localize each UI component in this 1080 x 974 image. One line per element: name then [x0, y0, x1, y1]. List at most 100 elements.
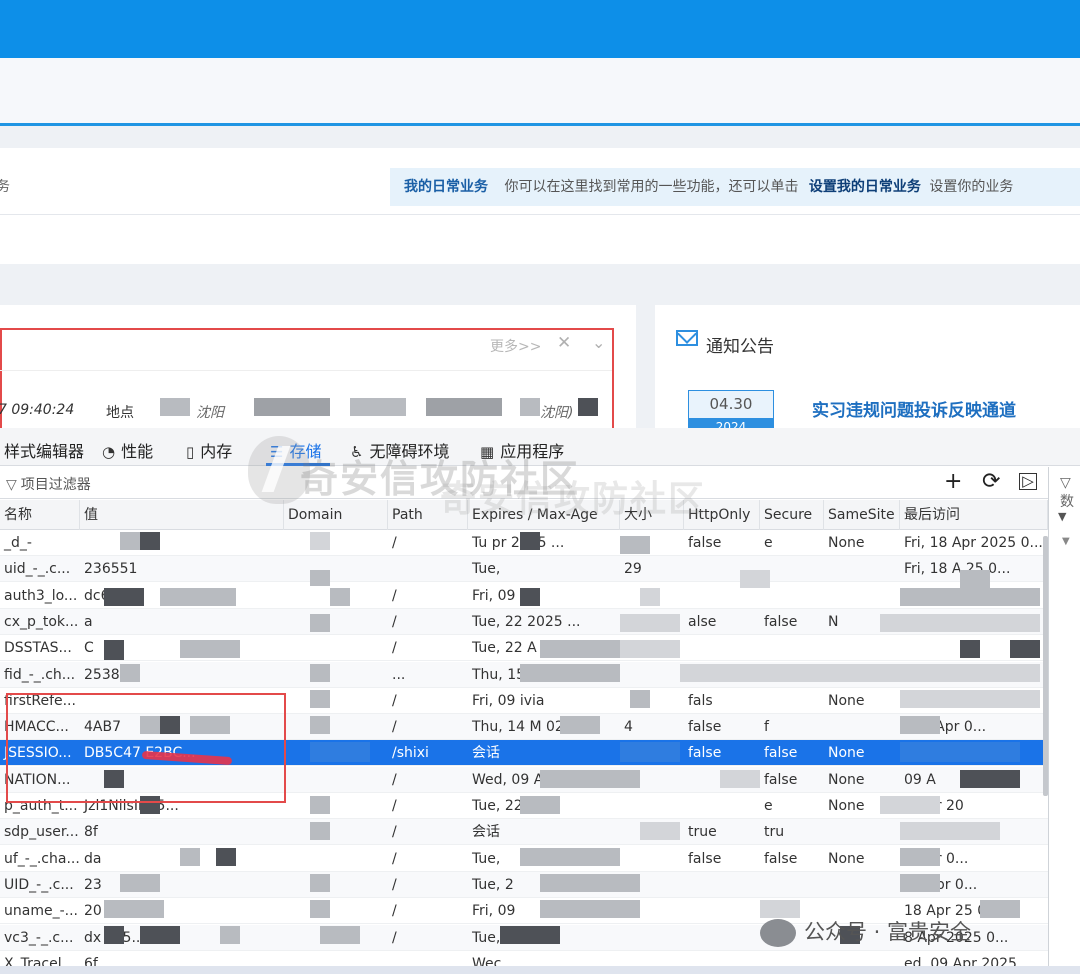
cell-domain: [284, 609, 388, 635]
daily-settings-link[interactable]: 设置我的日常业务: [809, 179, 921, 195]
sidebar-toggle-button[interactable]: ▷: [1019, 473, 1037, 490]
cell-httponly: [684, 872, 760, 898]
cell-path: /: [392, 692, 397, 709]
redaction-block: [330, 588, 350, 606]
tab-style-editor[interactable]: 样式编辑器: [4, 438, 84, 462]
more-link[interactable]: 更多>>: [490, 336, 541, 356]
cell-httponly: false: [688, 719, 722, 736]
cell-name: _d_-: [4, 535, 32, 551]
redaction-block: [310, 900, 330, 918]
cell-value: a: [84, 613, 93, 630]
redaction-block: [620, 742, 680, 762]
filter-input[interactable]: ▽ 项目过滤器: [6, 474, 91, 494]
cell-last: Fri, 18 Apr 2025 0...: [904, 535, 1043, 551]
cell-path: /: [392, 824, 397, 841]
cell-name: uname_-...: [4, 903, 78, 920]
redaction-block: [540, 874, 640, 892]
redaction-block: [880, 796, 940, 814]
cell-path: /: [392, 771, 397, 788]
col-name[interactable]: 名称: [0, 500, 80, 530]
col-secure[interactable]: Secure: [760, 500, 824, 530]
cell-path: /: [392, 587, 397, 604]
redaction-block: [310, 874, 330, 892]
redaction-block: [104, 588, 144, 606]
location-value: 沈阳: [196, 405, 224, 421]
cell-samesite: None: [828, 771, 865, 788]
redaction-block: [120, 874, 160, 892]
redaction-block: [140, 532, 160, 550]
tab-memory[interactable]: ▯ 内存: [186, 438, 232, 462]
redaction-block: [880, 614, 1040, 632]
cell-value: 236551: [84, 561, 138, 578]
chevron-down-icon[interactable]: ⌄: [592, 333, 605, 352]
cell-httponly: [684, 635, 760, 661]
tab-performance[interactable]: ◔ 性能: [102, 438, 153, 462]
daily-business-banner: 我的日常业务 你可以在这里找到常用的一些功能，还可以单击 设置我的日常业务 设置…: [390, 168, 1080, 206]
col-last-accessed[interactable]: 最后访问: [900, 500, 1048, 530]
cell-size: [620, 793, 684, 819]
redaction-block: [980, 900, 1020, 918]
add-cookie-button[interactable]: +: [944, 469, 962, 494]
cell-domain: [284, 662, 388, 688]
refresh-button[interactable]: ⟳: [982, 469, 1000, 494]
table-row[interactable]: uid_-_.c... 236551 Tue, 29 Fri, 18 A 25 0...: [0, 556, 1048, 583]
redaction-block: [578, 398, 598, 416]
cell-samesite: [824, 635, 900, 661]
filter-icon: ▽: [6, 477, 17, 493]
cell-value: 2538: [84, 666, 120, 683]
cell-domain: [284, 846, 388, 872]
cell-samesite: [824, 556, 900, 582]
cell-samesite: None: [828, 535, 865, 551]
cell-secure: false: [764, 745, 798, 762]
chevron-down-icon: ▼: [1058, 510, 1067, 523]
notice-title: 通知公告: [706, 337, 774, 357]
cell-path: /: [392, 535, 397, 551]
cell-httponly: true: [688, 824, 717, 841]
cell-expires: 会话: [472, 824, 500, 841]
cell-value: 23: [84, 876, 102, 893]
col-domain[interactable]: Domain: [284, 500, 388, 530]
cell-name: uf_-_.cha...: [4, 850, 80, 867]
cell-domain: [284, 635, 388, 661]
cell-secure: false: [764, 771, 798, 788]
table-row[interactable]: DSSTAS... C / Tue, 22 A: [0, 635, 1048, 662]
redaction-block: [900, 588, 1040, 606]
col-value[interactable]: 值: [80, 500, 284, 530]
cell-expires: Fri, 09 ivia: [472, 692, 545, 709]
sidebar-filter[interactable]: ▽ 数: [1060, 475, 1080, 511]
cell-size: [620, 662, 684, 688]
cell-expires: Fri, 09: [472, 587, 516, 604]
redaction-block: [520, 848, 620, 866]
sidebar-splitter[interactable]: [1048, 467, 1049, 974]
cell-expires: Tu pr 2025 ...: [472, 535, 565, 551]
redaction-block: [160, 588, 220, 606]
cell-samesite: None: [828, 692, 865, 709]
cell-name: DSSTAS...: [4, 640, 72, 657]
cell-domain: [284, 767, 388, 793]
cell-samesite: [824, 714, 900, 740]
filter-placeholder: 项目过滤器: [20, 477, 91, 493]
divider: [0, 370, 612, 371]
table-scrollbar[interactable]: [1043, 536, 1048, 796]
cell-name: fid_-_.ch...: [4, 666, 76, 683]
cell-samesite: [824, 872, 900, 898]
wechat-text: 公众号 · 富贵安全: [804, 920, 972, 944]
cell-name: cx_p_tok...: [4, 613, 79, 630]
cell-name: sdp_user...: [4, 824, 79, 841]
cell-value: 8f: [84, 824, 98, 841]
location-value-2: 沈阳): [540, 405, 574, 421]
cell-domain: [284, 530, 388, 556]
notice-link[interactable]: 实习违规问题投诉反映通道: [812, 396, 1016, 421]
redaction-block: [540, 900, 640, 918]
cell-secure: [760, 872, 824, 898]
close-icon[interactable]: ✕: [557, 333, 571, 353]
table-row[interactable]: sdp_user...8f/会话truetru0...: [0, 819, 1048, 846]
col-samesite[interactable]: SameSite: [824, 500, 900, 530]
cell-secure: false: [764, 850, 798, 867]
cell-path: [388, 556, 468, 582]
cell-path: /: [392, 640, 397, 657]
mail-icon: [676, 330, 698, 346]
redaction-block: [520, 664, 620, 682]
redaction-block: [720, 770, 760, 788]
redaction-block: [310, 664, 330, 682]
